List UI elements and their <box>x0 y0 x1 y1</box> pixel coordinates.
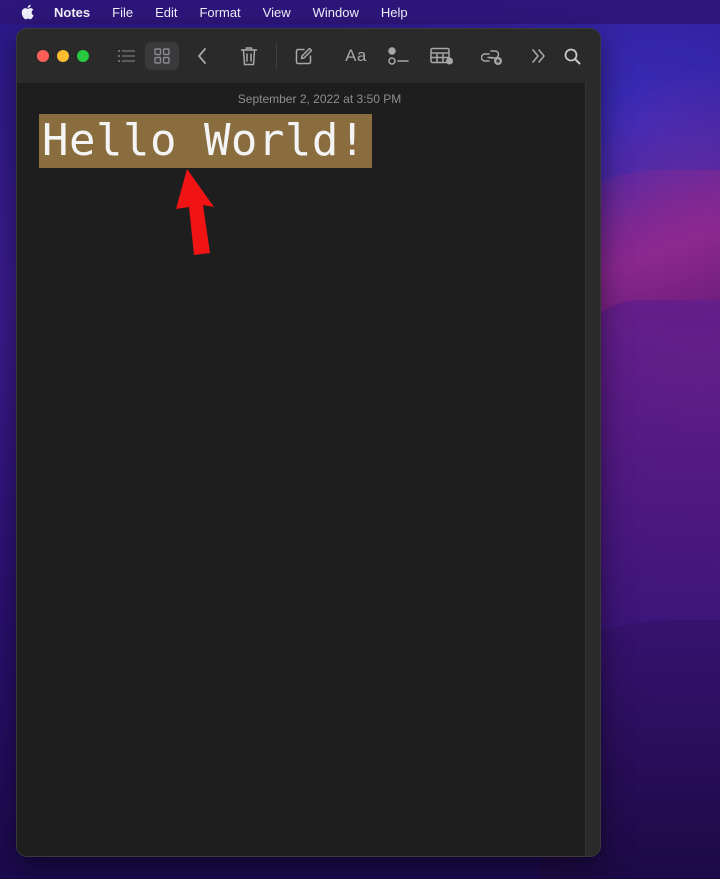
back-button[interactable] <box>193 42 211 70</box>
checklist-icon <box>388 47 409 65</box>
new-note-button[interactable] <box>293 42 315 70</box>
table-icon <box>430 47 453 65</box>
back-chevron-icon <box>198 48 206 64</box>
search-icon <box>564 48 580 64</box>
minimize-window-button[interactable] <box>57 50 69 62</box>
toolbar-separator <box>276 43 277 69</box>
share-collaborate-icon <box>481 50 502 65</box>
search-button[interactable] <box>562 42 582 70</box>
toolbar: Aa <box>17 29 600 83</box>
share-button[interactable] <box>479 42 505 70</box>
text-format-icon: Aa <box>345 46 367 65</box>
delete-button[interactable] <box>238 42 260 70</box>
red-arrow-annotation <box>172 169 218 262</box>
format-button[interactable]: Aa <box>343 42 369 70</box>
note-body[interactable]: Hello World! <box>39 114 372 168</box>
list-view-button[interactable] <box>115 42 139 70</box>
gallery-view-button[interactable] <box>145 42 179 70</box>
list-view-icon <box>118 50 135 62</box>
apple-menu-icon[interactable] <box>20 4 34 20</box>
table-button[interactable] <box>429 42 455 70</box>
zoom-window-button[interactable] <box>77 50 89 62</box>
window-controls <box>37 50 89 62</box>
close-window-button[interactable] <box>37 50 49 62</box>
menu-edit[interactable]: Edit <box>155 5 177 20</box>
menu-help[interactable]: Help <box>381 5 408 20</box>
menu-file[interactable]: File <box>112 5 133 20</box>
notes-window: Aa September 2, 2022 at 3:50 PM Hello Wo… <box>17 29 600 856</box>
menu-notes[interactable]: Notes <box>54 5 90 20</box>
more-chevrons-icon <box>532 49 545 63</box>
menu-view[interactable]: View <box>263 5 291 20</box>
selected-note-text[interactable]: Hello World! <box>39 114 372 168</box>
menu-window[interactable]: Window <box>313 5 359 20</box>
scrollbar[interactable] <box>585 83 600 856</box>
note-timestamp: September 2, 2022 at 3:50 PM <box>237 92 402 106</box>
compose-icon <box>295 47 313 65</box>
more-button[interactable] <box>529 42 549 70</box>
menu-format[interactable]: Format <box>199 5 240 20</box>
gallery-view-icon <box>154 48 170 64</box>
note-editor[interactable]: September 2, 2022 at 3:50 PM Hello World… <box>17 83 586 856</box>
trash-icon <box>240 47 258 66</box>
menu-bar: Notes File Edit Format View Window Help <box>0 0 720 24</box>
checklist-button[interactable] <box>387 42 411 70</box>
